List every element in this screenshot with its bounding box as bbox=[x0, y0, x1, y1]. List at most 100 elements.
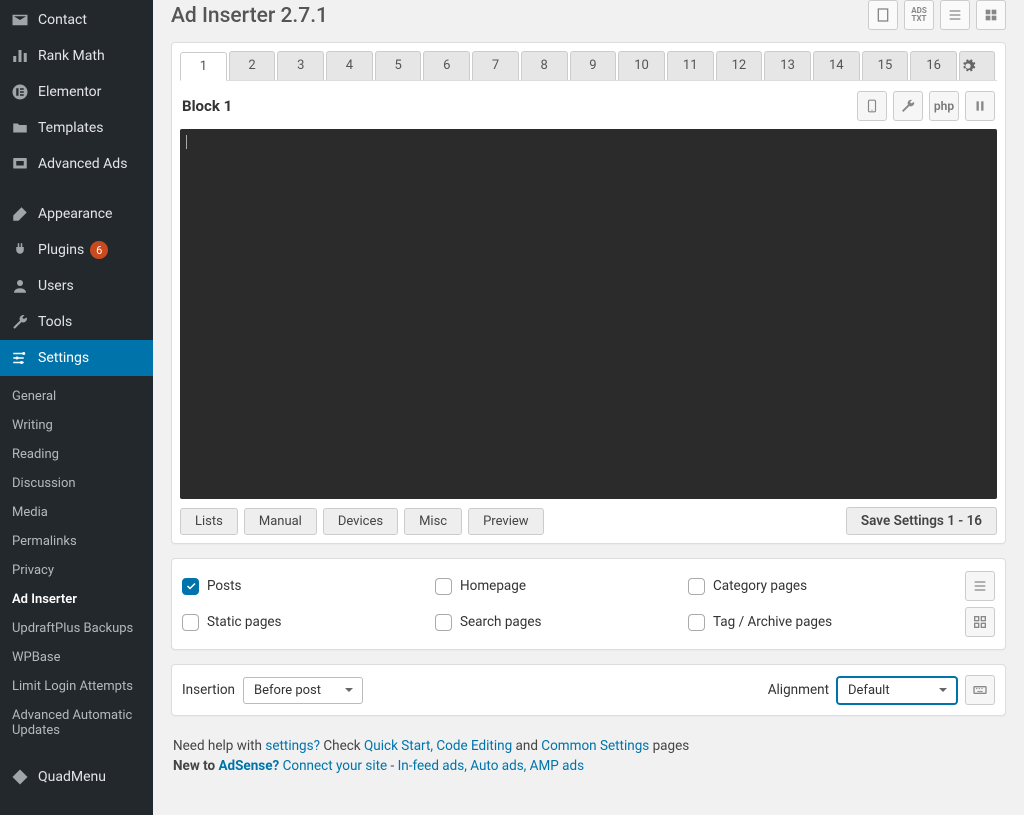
sidebar-item-templates[interactable]: Templates bbox=[0, 110, 153, 146]
tab-15[interactable]: 15 bbox=[862, 51, 909, 80]
checkbox-icon bbox=[182, 578, 199, 595]
mail-icon bbox=[10, 10, 30, 30]
help-link-adsense[interactable]: AdSense? bbox=[218, 758, 279, 774]
php-button[interactable]: php bbox=[929, 91, 959, 121]
keyboard-icon bbox=[972, 682, 988, 698]
block-tabs: 1 2 3 4 5 6 7 8 9 10 11 12 13 14 15 16 bbox=[180, 51, 997, 81]
chart-icon bbox=[10, 46, 30, 66]
help-link-adtypes[interactable]: In-feed ads, Auto ads, AMP ads bbox=[398, 758, 584, 774]
checkbox-search[interactable]: Search pages bbox=[435, 614, 678, 631]
tab-12[interactable]: 12 bbox=[716, 51, 763, 80]
placement-panel: Posts Homepage Category pages Static pag… bbox=[171, 558, 1006, 650]
submenu-reading[interactable]: Reading bbox=[0, 440, 153, 469]
checkbox-posts[interactable]: Posts bbox=[182, 578, 425, 595]
folder-icon bbox=[10, 118, 30, 138]
sidebar-item-elementor[interactable]: Elementor bbox=[0, 74, 153, 110]
checkbox-tag[interactable]: Tag / Archive pages bbox=[688, 614, 931, 631]
lists-button[interactable]: Lists bbox=[180, 508, 238, 535]
tab-7[interactable]: 7 bbox=[472, 51, 519, 80]
manual-button[interactable]: Manual bbox=[244, 508, 317, 535]
insertion-panel: Insertion Before post Alignment Default bbox=[171, 664, 1006, 716]
submenu-writing[interactable]: Writing bbox=[0, 411, 153, 440]
tab-5[interactable]: 5 bbox=[375, 51, 422, 80]
help-link-connect[interactable]: Connect your site bbox=[283, 758, 388, 774]
tab-16[interactable]: 16 bbox=[910, 51, 957, 80]
code-editor[interactable] bbox=[180, 129, 997, 499]
submenu-autoupdates[interactable]: Advanced Automatic Updates bbox=[0, 701, 153, 745]
sidebar-item-advancedads[interactable]: Advanced Ads bbox=[0, 146, 153, 182]
misc-button[interactable]: Misc bbox=[404, 508, 462, 535]
sidebar-label: Users bbox=[38, 278, 74, 294]
help-text: Need help with settings? Check Quick Sta… bbox=[171, 730, 1006, 783]
submenu-updraftplus[interactable]: UpdraftPlus Backups bbox=[0, 614, 153, 643]
checkbox-homepage[interactable]: Homepage bbox=[435, 578, 678, 595]
sidebar-item-quadmenu[interactable]: QuadMenu bbox=[0, 759, 153, 795]
checkbox-icon bbox=[435, 614, 452, 631]
preview-button[interactable]: Preview bbox=[468, 508, 543, 535]
tab-11[interactable]: 11 bbox=[667, 51, 714, 80]
tab-3[interactable]: 3 bbox=[277, 51, 324, 80]
tools-button[interactable] bbox=[893, 91, 923, 121]
wrench-icon bbox=[10, 312, 30, 332]
tab-8[interactable]: 8 bbox=[521, 51, 568, 80]
pause-button[interactable] bbox=[965, 91, 995, 121]
save-button[interactable]: Save Settings 1 - 16 bbox=[846, 507, 997, 535]
list-toggle-button[interactable] bbox=[965, 571, 995, 601]
plug-icon bbox=[10, 240, 30, 260]
help-link-common[interactable]: Common Settings bbox=[541, 738, 649, 754]
help-link-settings[interactable]: settings? bbox=[265, 738, 320, 754]
checkbox-static[interactable]: Static pages bbox=[182, 614, 425, 631]
tab-2[interactable]: 2 bbox=[229, 51, 276, 80]
checkbox-icon bbox=[182, 614, 199, 631]
tab-1[interactable]: 1 bbox=[180, 52, 227, 81]
list-view-button[interactable] bbox=[940, 0, 970, 30]
settings-submenu: General Writing Reading Discussion Media… bbox=[0, 376, 153, 745]
brush-icon bbox=[10, 204, 30, 224]
sliders-icon bbox=[10, 348, 30, 368]
alignment-select[interactable]: Default bbox=[837, 677, 957, 704]
diamond-icon bbox=[10, 767, 30, 787]
sidebar-item-users[interactable]: Users bbox=[0, 268, 153, 304]
help-link-quickstart[interactable]: Quick Start, Code Editing bbox=[364, 738, 512, 754]
editor-cursor bbox=[186, 135, 187, 149]
tab-10[interactable]: 10 bbox=[618, 51, 665, 80]
submenu-discussion[interactable]: Discussion bbox=[0, 469, 153, 498]
checkbox-category[interactable]: Category pages bbox=[688, 578, 931, 595]
insertion-select[interactable]: Before post bbox=[243, 677, 363, 704]
tab-6[interactable]: 6 bbox=[423, 51, 470, 80]
tab-9[interactable]: 9 bbox=[570, 51, 617, 80]
sidebar-label: Contact bbox=[38, 12, 87, 28]
admin-sidebar: Contact Rank Math Elementor Templates Ad… bbox=[0, 0, 153, 815]
sidebar-label: Appearance bbox=[38, 206, 112, 222]
submenu-limitlogin[interactable]: Limit Login Attempts bbox=[0, 672, 153, 701]
tab-4[interactable]: 4 bbox=[326, 51, 373, 80]
grid-view-button[interactable] bbox=[976, 0, 1006, 30]
submenu-privacy[interactable]: Privacy bbox=[0, 556, 153, 585]
sidebar-item-appearance[interactable]: Appearance bbox=[0, 196, 153, 232]
tab-13[interactable]: 13 bbox=[764, 51, 811, 80]
sidebar-label: Tools bbox=[38, 314, 72, 330]
sidebar-item-contact[interactable]: Contact bbox=[0, 2, 153, 38]
submenu-adinserter[interactable]: Ad Inserter bbox=[0, 585, 153, 614]
adstxt-button[interactable]: ADSTXT bbox=[904, 0, 934, 30]
submenu-permalinks[interactable]: Permalinks bbox=[0, 527, 153, 556]
sidebar-item-plugins[interactable]: Plugins 6 bbox=[0, 232, 153, 268]
ads-icon bbox=[10, 154, 30, 174]
sidebar-item-settings[interactable]: Settings bbox=[0, 340, 153, 376]
tab-14[interactable]: 14 bbox=[813, 51, 860, 80]
alignment-preview-button[interactable] bbox=[965, 675, 995, 705]
submenu-wpbase[interactable]: WPBase bbox=[0, 643, 153, 672]
sidebar-item-rankmath[interactable]: Rank Math bbox=[0, 38, 153, 74]
grid-toggle-button[interactable] bbox=[965, 607, 995, 637]
submenu-media[interactable]: Media bbox=[0, 498, 153, 527]
sidebar-label: Advanced Ads bbox=[38, 156, 127, 172]
tab-settings[interactable] bbox=[959, 51, 995, 80]
doc-button[interactable] bbox=[868, 0, 898, 30]
checkbox-icon bbox=[688, 578, 705, 595]
sidebar-item-tools[interactable]: Tools bbox=[0, 304, 153, 340]
checkbox-icon bbox=[435, 578, 452, 595]
page-toolbar: ADSTXT bbox=[868, 0, 1006, 30]
submenu-general[interactable]: General bbox=[0, 382, 153, 411]
mobile-button[interactable] bbox=[857, 91, 887, 121]
devices-button[interactable]: Devices bbox=[323, 508, 398, 535]
